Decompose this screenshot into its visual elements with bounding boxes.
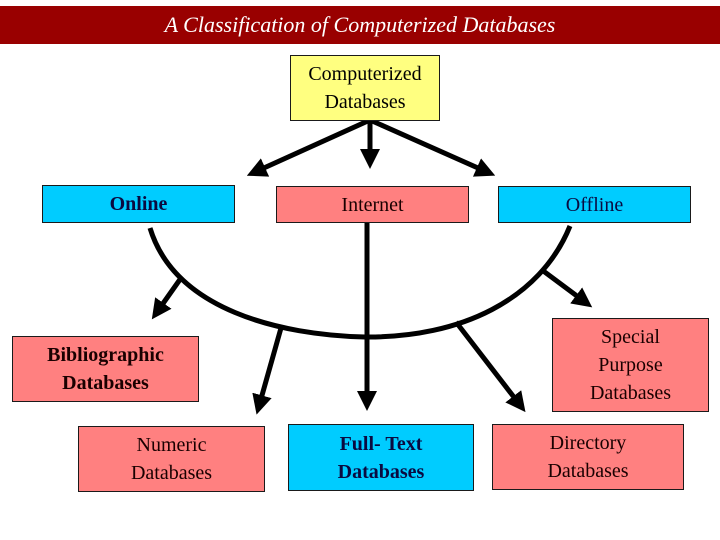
edge-merge-curve bbox=[147, 225, 573, 340]
node-label: Numeric Databases bbox=[130, 434, 213, 484]
node-fulltext-databases: Full- Text Databases bbox=[288, 424, 474, 491]
node-offline: Offline bbox=[498, 186, 691, 223]
node-computerized-databases: Computerized Databases bbox=[290, 55, 440, 121]
node-directory-databases: Directory Databases bbox=[492, 424, 684, 490]
node-bibliographic-databases: Bibliographic Databases bbox=[12, 336, 199, 402]
node-label: Online bbox=[109, 193, 168, 215]
node-internet: Internet bbox=[276, 186, 469, 223]
node-label: Internet bbox=[341, 193, 404, 216]
node-online: Online bbox=[42, 185, 235, 223]
edge-special bbox=[540, 267, 593, 308]
edge-numeric bbox=[252, 327, 284, 415]
node-numeric-databases: Numeric Databases bbox=[78, 426, 265, 492]
node-label: Directory Databases bbox=[547, 432, 629, 482]
node-special-purpose-databases: Special Purpose Databases bbox=[552, 318, 709, 412]
node-label: Bibliographic Databases bbox=[47, 344, 164, 394]
node-label: Offline bbox=[565, 193, 624, 216]
edge-directory bbox=[454, 320, 526, 413]
edge-root-online bbox=[246, 117, 372, 177]
node-label: Computerized Databases bbox=[308, 63, 422, 113]
edge-root-offline bbox=[368, 117, 496, 177]
edge-bibliographic bbox=[151, 276, 184, 320]
node-label: Special Purpose Databases bbox=[589, 326, 672, 404]
node-label: Full- Text Databases bbox=[337, 432, 425, 483]
